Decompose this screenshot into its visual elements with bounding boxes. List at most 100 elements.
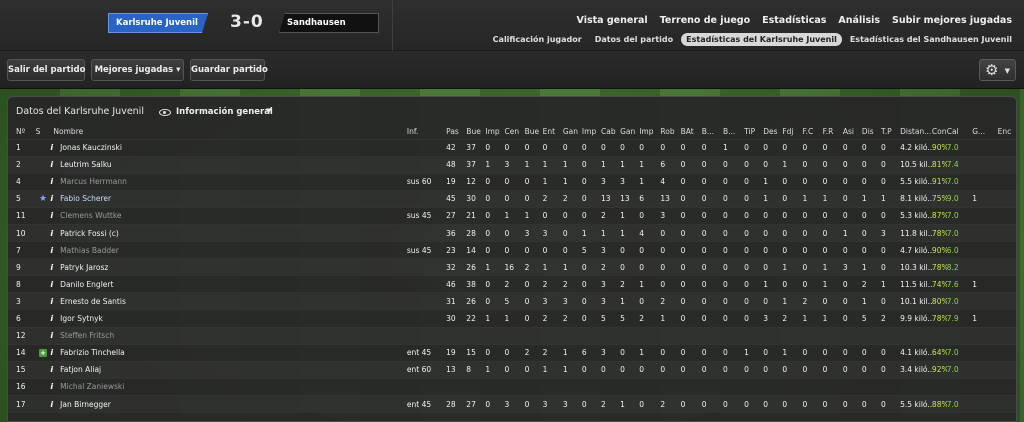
player-name[interactable]: Patrick Fossi (c) xyxy=(60,229,119,238)
info-icon[interactable]: i xyxy=(50,297,53,306)
highlights-button[interactable]: Mejores jugadas ▾ xyxy=(91,59,184,81)
info-icon[interactable]: i xyxy=(50,331,53,340)
player-name-cell[interactable]: i Patrick Fossi (c) xyxy=(50,223,407,242)
column-header[interactable]: Bue xyxy=(466,124,485,139)
info-icon[interactable]: i xyxy=(50,160,53,169)
column-header[interactable]: F.C xyxy=(803,124,823,139)
column-header[interactable]: Con xyxy=(932,124,947,139)
column-header[interactable]: Cen xyxy=(504,124,524,139)
column-header[interactable]: Cal xyxy=(947,124,972,139)
player-name-cell[interactable]: i Fatjon Aliaj xyxy=(50,360,407,379)
player-name-cell[interactable]: i Fabrizio Tinchella xyxy=(50,343,407,362)
table-row[interactable]: 6 i Igor Sytnyk 30 22 1 1 0 2 2 0 5 5 2 1 0 0 0 0 3 2 1 1 0 5 2 9.… xyxy=(8,309,1016,328)
player-name-cell[interactable]: i Michal Zaniewski xyxy=(50,377,407,396)
info-icon[interactable]: i xyxy=(50,348,53,357)
player-name-cell[interactable]: i Mathias Badder xyxy=(50,241,407,259)
info-icon[interactable]: i xyxy=(50,246,53,255)
player-name[interactable]: Leutrim Salku xyxy=(60,160,112,169)
info-icon[interactable]: i xyxy=(50,263,53,272)
save-match-button[interactable]: Guardar partido xyxy=(190,59,268,81)
nav-overview[interactable]: Vista general xyxy=(577,15,648,26)
column-header[interactable]: T.P xyxy=(881,124,900,139)
nav-analysis[interactable]: Análisis xyxy=(838,15,880,26)
player-name-cell[interactable]: i Igor Sytnyk xyxy=(50,309,407,328)
table-row[interactable]: 17 i Jan Birnegger ent 45 28 27 0 3 0 3 3 0 2 1 0 2 0 0 0 0… xyxy=(8,394,1016,413)
player-name-cell[interactable]: i Steffen Fritsch xyxy=(50,326,407,345)
column-header[interactable]: Imp xyxy=(639,124,660,139)
table-row[interactable]: 16 i Michal Zaniewski xyxy=(8,377,1016,396)
column-header[interactable]: Pas xyxy=(446,124,466,139)
table-row[interactable]: 1 i Jonas Kauczinski 42 37 0 0 0 0 0 0 0 0 0 0 0 0 1 0 0 0 0 0… xyxy=(8,138,1016,157)
column-header[interactable]: Enc xyxy=(998,124,1016,139)
column-header[interactable]: Cab xyxy=(601,124,620,139)
column-header[interactable]: Asi xyxy=(843,124,862,139)
player-name-cell[interactable]: i Leutrim Salku xyxy=(50,155,407,174)
player-name[interactable]: Ernesto de Santis xyxy=(60,297,126,306)
info-icon[interactable]: i xyxy=(50,143,53,152)
table-row[interactable]: 9 i Patryk Jarosz 32 26 1 16 2 1 1 0 2 0 0 0 0 0 0 0 0 1 0 1 3 1… xyxy=(8,258,1016,276)
player-name[interactable]: Igor Sytnyk xyxy=(60,314,103,323)
column-header[interactable]: Imp xyxy=(582,124,601,139)
info-icon[interactable]: i xyxy=(50,382,53,391)
nav-upload-highlights[interactable]: Subir mejores jugadas xyxy=(892,15,1012,26)
away-team-badge[interactable]: Sandhausen Juvenil xyxy=(279,13,379,33)
table-row[interactable]: 12 i Steffen Fritsch xyxy=(8,326,1016,345)
nav-pitch[interactable]: Terreno de juego xyxy=(660,15,750,26)
table-row[interactable]: 15 i Fatjon Aliaj ent 60 13 8 1 0 0 1 1 0 0 0 0 0 0 0 0 0 0 0… xyxy=(8,360,1016,379)
home-team-badge[interactable]: Karlsruhe Juvenil xyxy=(108,13,208,33)
tab-match-data[interactable]: Datos del partido xyxy=(590,33,678,46)
column-header[interactable]: F.R xyxy=(823,124,843,139)
player-name-cell[interactable]: i Jonas Kauczinski xyxy=(50,138,407,157)
player-name[interactable]: Steffen Fritsch xyxy=(60,331,114,340)
player-name[interactable]: Patryk Jarosz xyxy=(60,263,108,272)
info-icon[interactable]: i xyxy=(50,229,53,238)
player-name[interactable]: Fatjon Aliaj xyxy=(60,365,101,374)
table-row[interactable]: 14 + i Fabrizio Tinchella ent 45 19 15 0 0 2 2 1 6 3 0… xyxy=(8,343,1016,362)
info-icon[interactable]: i xyxy=(50,177,53,186)
player-name-cell[interactable]: i Patryk Jarosz xyxy=(50,258,407,276)
table-row[interactable]: 11 i Clemens Wuttke sus 45 27 21 0 1 1 0 0 0 2 1 0 3 0 0 0… xyxy=(8,206,1016,225)
column-header[interactable]: Rob xyxy=(660,124,680,139)
player-name[interactable]: Jonas Kauczinski xyxy=(60,143,122,152)
column-header[interactable]: S xyxy=(36,124,51,139)
info-icon[interactable]: i xyxy=(50,400,53,409)
info-icon[interactable]: i xyxy=(50,280,53,289)
column-header[interactable]: Nº xyxy=(8,124,36,139)
chevron-down-icon[interactable]: ▼ xyxy=(266,107,271,115)
exit-match-button[interactable]: Salir del partido xyxy=(7,59,85,81)
player-name[interactable]: Marcus Herrmann xyxy=(60,177,127,186)
table-row[interactable]: 2 i Leutrim Salku 48 37 1 3 1 1 1 0 1 1 1 6 0 0 0 0 0 1 0 0 0 0 0… xyxy=(8,155,1016,174)
column-header[interactable]: Gan xyxy=(620,124,639,139)
column-header[interactable]: B... xyxy=(723,124,744,139)
column-header[interactable]: TiP xyxy=(744,124,763,139)
info-icon[interactable]: i xyxy=(50,314,53,323)
info-icon[interactable]: i xyxy=(50,194,53,203)
column-header[interactable]: Inf. xyxy=(407,124,446,139)
column-header[interactable]: BAt xyxy=(681,124,702,139)
player-name[interactable]: Michal Zaniewski xyxy=(60,382,124,391)
view-selector[interactable]: Información general xyxy=(176,107,273,117)
player-name-cell[interactable]: i Danilo Englert xyxy=(50,275,407,293)
tab-away-stats[interactable]: Estadísticas del Sandhausen Juvenil xyxy=(845,33,1017,46)
column-header[interactable]: Dis xyxy=(862,124,881,139)
eye-icon[interactable] xyxy=(159,109,171,116)
column-header[interactable]: Nombre xyxy=(50,124,406,139)
player-name-cell[interactable]: i Marcus Herrmann xyxy=(50,172,407,191)
column-header[interactable]: Distan... xyxy=(900,124,932,139)
column-header[interactable]: G... xyxy=(972,124,997,139)
column-header[interactable]: Fdj xyxy=(782,124,802,139)
player-name[interactable]: Mathias Badder xyxy=(60,246,119,255)
nav-stats[interactable]: Estadísticas xyxy=(762,15,826,26)
player-name-cell[interactable]: i Ernesto de Santis xyxy=(50,292,407,310)
tab-player-ratings[interactable]: Calificación jugador xyxy=(488,33,587,46)
column-header[interactable]: Bue xyxy=(525,124,543,139)
player-name[interactable]: Jan Birnegger xyxy=(60,400,111,409)
player-name-cell[interactable]: i Jan Birnegger xyxy=(50,394,407,413)
player-name[interactable]: Fabrizio Tinchella xyxy=(60,348,125,357)
player-name[interactable]: Clemens Wuttke xyxy=(60,211,121,220)
table-row[interactable]: 8 i Danilo Englert 46 38 0 2 0 2 2 0 3 2 1 0 0 0 0 0 1 0 0 1 0 2… xyxy=(8,275,1016,293)
column-header[interactable]: B... xyxy=(702,124,723,139)
column-header[interactable]: Ent xyxy=(543,124,563,139)
column-header[interactable]: Gan xyxy=(563,124,582,139)
tab-home-stats[interactable]: Estadísticas del Karlsruhe Juvenil xyxy=(681,33,842,46)
